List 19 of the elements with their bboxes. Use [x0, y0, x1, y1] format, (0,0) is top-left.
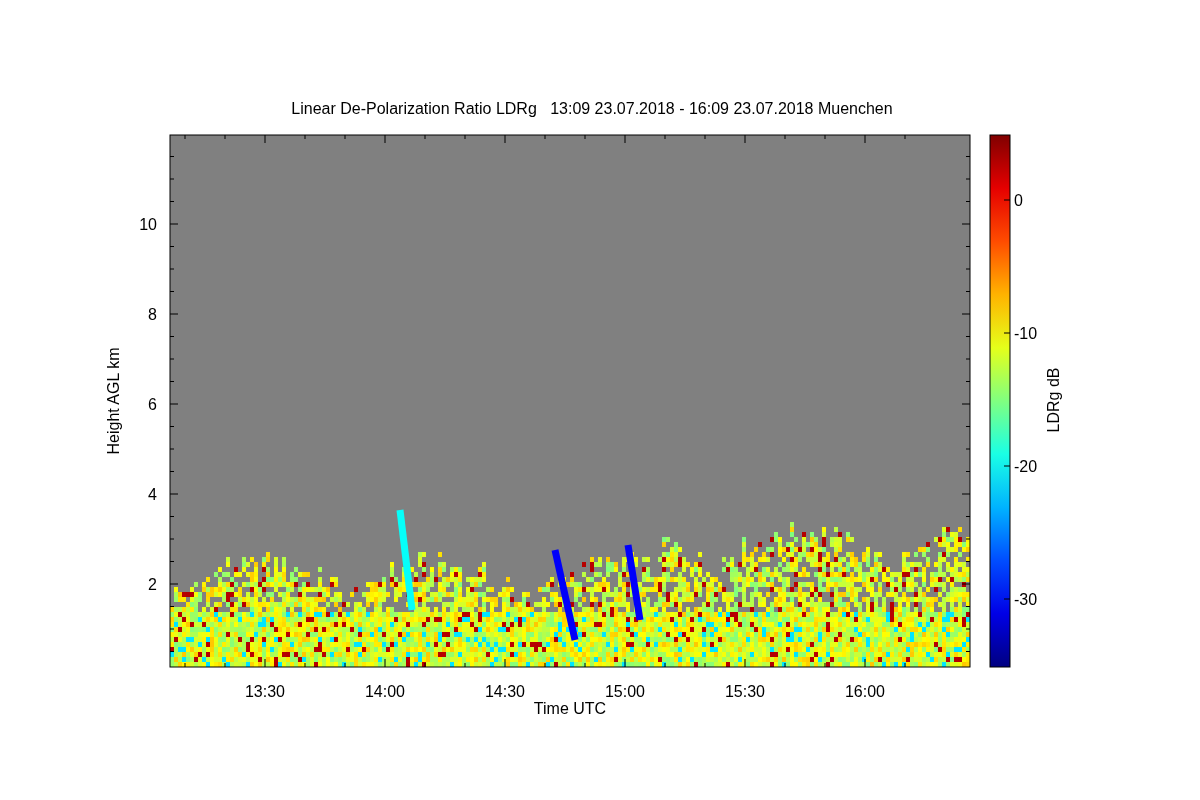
x-axis-label: Time UTC — [533, 700, 607, 717]
colorbar-tick-label: -20 — [1014, 458, 1038, 475]
x-tick-label: 13:30 — [245, 683, 285, 700]
x-tick-label: 14:30 — [485, 683, 525, 700]
y-tick-label: 10 — [139, 216, 157, 233]
y-tick-label: 6 — [148, 396, 157, 413]
y-tick-label: 4 — [148, 486, 157, 503]
y-tick-label: 2 — [148, 576, 157, 593]
x-tick-label: 15:30 — [725, 683, 765, 700]
colorbar-tick-label: -30 — [1014, 591, 1038, 608]
x-tick-label: 15:00 — [605, 683, 645, 700]
y-tick-label: 8 — [148, 306, 157, 323]
y-axis-label: Height AGL km — [105, 347, 122, 455]
x-tick-label: 16:00 — [845, 683, 885, 700]
colorbar-label: LDRg dB — [1045, 367, 1062, 433]
chart-title: Linear De-Polarization Ratio LDRg 13:09 23.07.2018 - 16:09 23.07.2018 Muenchen — [291, 100, 893, 117]
colorbar-tick-label: -10 — [1014, 325, 1038, 342]
x-tick-label: 14:00 — [365, 683, 405, 700]
colorbar-tick-label: 0 — [1014, 192, 1023, 209]
